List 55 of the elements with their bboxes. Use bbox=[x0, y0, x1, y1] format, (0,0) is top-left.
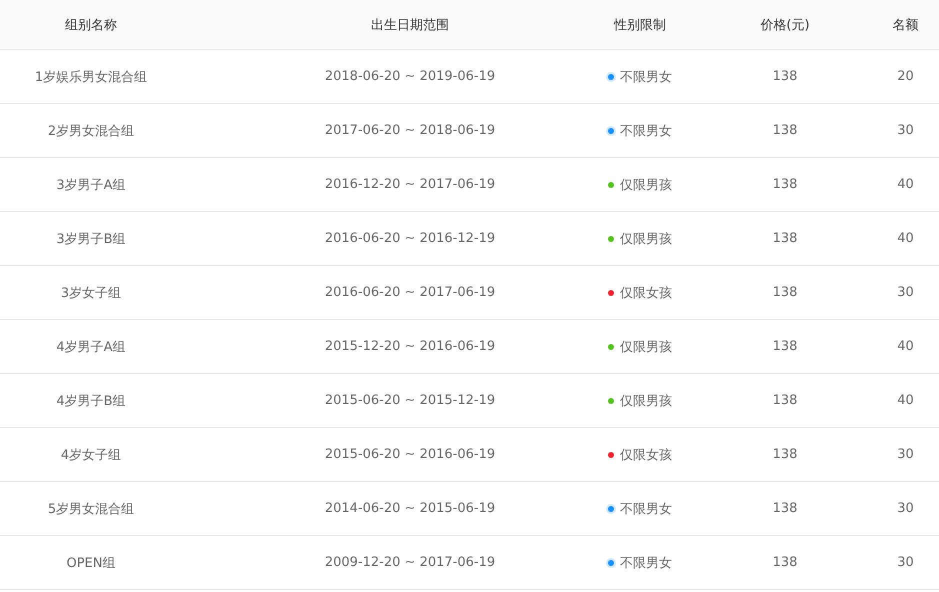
table-cell-text: 2014-06-20 ~ 2015-06-19 bbox=[324, 501, 496, 516]
table-cell: 138 bbox=[772, 69, 798, 84]
table-cell: 30 bbox=[897, 447, 914, 462]
status-text: 仅限女孩 bbox=[620, 284, 672, 302]
table-cell: 20 bbox=[897, 69, 914, 84]
column-header: 名额 bbox=[892, 16, 918, 34]
table-cell-text: 3岁男子A组 bbox=[56, 176, 126, 194]
table-cell: 40 bbox=[897, 231, 914, 246]
table-cell-text: 2018-06-20 ~ 2019-06-19 bbox=[324, 69, 496, 84]
table-cell-text: 4岁男子A组 bbox=[56, 338, 126, 356]
table-cell-text: 3岁男子B组 bbox=[56, 230, 126, 248]
table-cell-text: 4岁女子组 bbox=[60, 446, 122, 464]
table-cell: 138 bbox=[772, 177, 798, 192]
column-header: 组别名称 bbox=[65, 16, 117, 34]
table-cell-text: 2015-06-20 ~ 2016-06-19 bbox=[324, 447, 496, 462]
status-text: 不限男女 bbox=[620, 554, 672, 572]
column-header: 出生日期范围 bbox=[370, 16, 449, 34]
status-text: 仅限女孩 bbox=[620, 446, 672, 464]
table-cell: 138 bbox=[772, 123, 798, 138]
table-cell-text: 2017-06-20 ~ 2018-06-19 bbox=[324, 123, 496, 138]
table-cell: 30 bbox=[897, 285, 914, 300]
table-cell: 138 bbox=[772, 555, 798, 570]
table-cell: 138 bbox=[772, 231, 798, 246]
table-cell: 138 bbox=[772, 393, 798, 408]
status-text: 不限男女 bbox=[620, 122, 672, 140]
table-cell-text: 5岁男女混合组 bbox=[48, 500, 134, 518]
status-text: 不限男女 bbox=[620, 500, 672, 518]
column-header: 价格(元) bbox=[760, 16, 810, 34]
table-cell: 30 bbox=[897, 501, 914, 516]
status-text: 仅限男孩 bbox=[620, 230, 672, 248]
table-cell-text: 2009-12-20 ~ 2017-06-19 bbox=[324, 555, 496, 570]
table-cell-text: 4岁男子B组 bbox=[56, 392, 126, 410]
table-cell: 40 bbox=[897, 393, 914, 408]
table-cell: 40 bbox=[897, 177, 914, 192]
table-cell-text: 3岁女子组 bbox=[60, 284, 122, 302]
table-cell-text: OPEN组 bbox=[66, 554, 116, 572]
table-cell-text: 2016-06-20 ~ 2017-06-19 bbox=[324, 285, 496, 300]
table-cell: 30 bbox=[897, 123, 914, 138]
table-cell-text: 2016-06-20 ~ 2016-12-19 bbox=[324, 231, 496, 246]
status-text: 不限男女 bbox=[620, 68, 672, 86]
column-header: 性别限制 bbox=[614, 16, 666, 34]
status-text: 仅限男孩 bbox=[620, 176, 672, 194]
table-cell: 138 bbox=[772, 339, 798, 354]
table-cell: 40 bbox=[897, 339, 914, 354]
status-text: 仅限男孩 bbox=[620, 338, 672, 356]
status-text: 仅限男孩 bbox=[620, 392, 672, 410]
table-cell-text: 2016-12-20 ~ 2017-06-19 bbox=[324, 177, 496, 192]
table-cell: 138 bbox=[772, 501, 798, 516]
table-cell: 138 bbox=[772, 447, 798, 462]
table-cell-text: 2015-12-20 ~ 2016-06-19 bbox=[324, 339, 496, 354]
table-cell-text: 2岁男女混合组 bbox=[48, 122, 134, 140]
table-cell: 30 bbox=[897, 555, 914, 570]
table-cell-text: 2015-06-20 ~ 2015-12-19 bbox=[324, 393, 496, 408]
table-cell: 138 bbox=[772, 285, 798, 300]
table-cell-text: 1岁娱乐男女混合组 bbox=[34, 68, 148, 86]
